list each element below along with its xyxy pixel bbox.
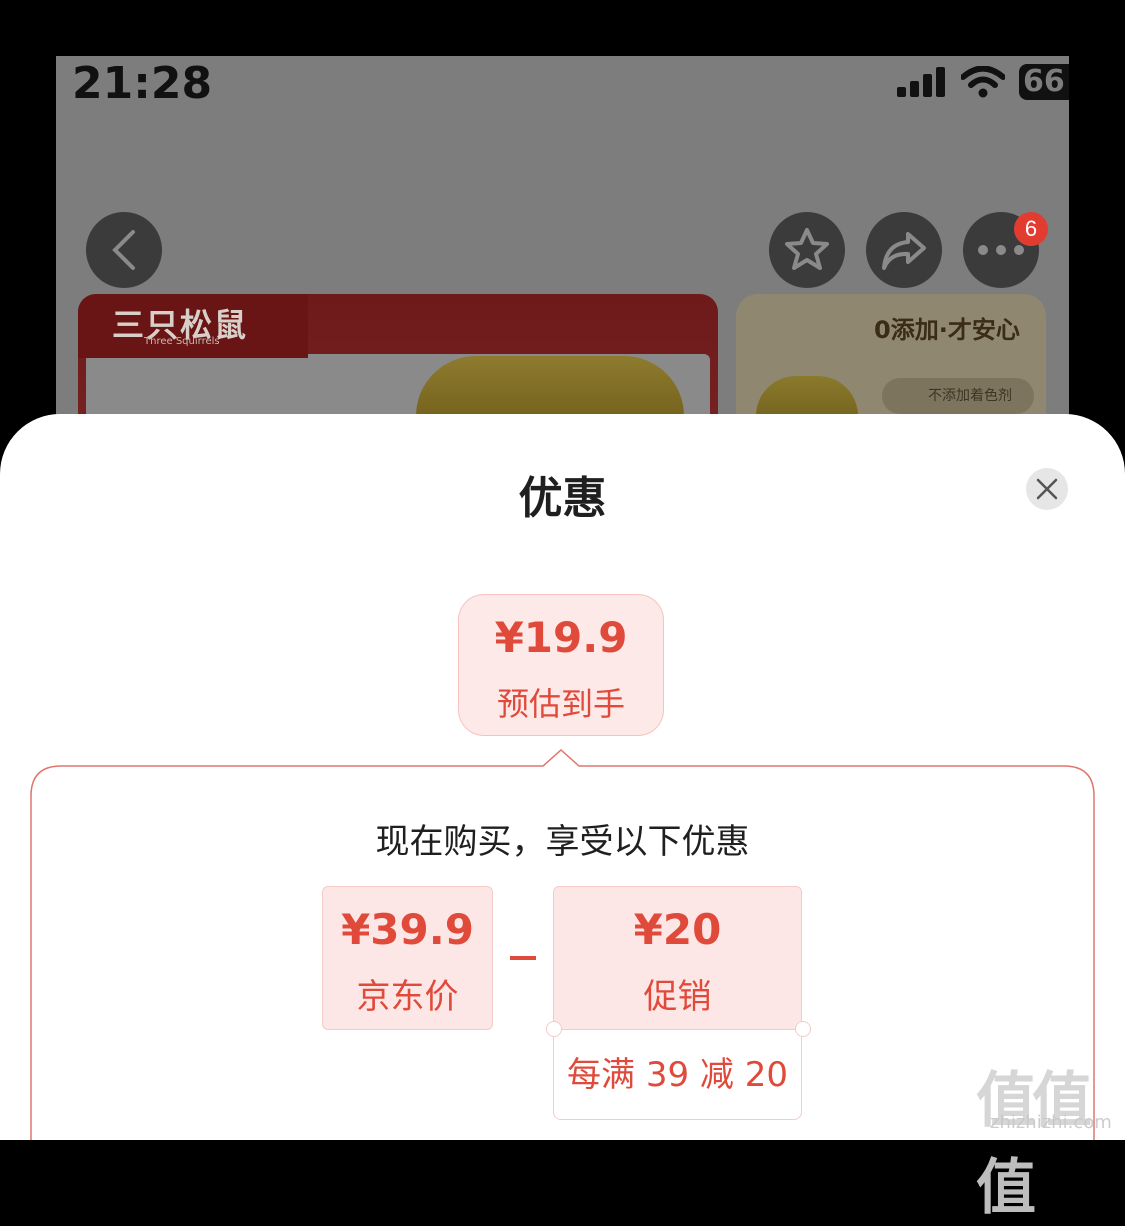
- watermark-logo: 值值值: [976, 1066, 1092, 1223]
- star-icon: [785, 228, 829, 270]
- promotion-label: 促销: [643, 977, 712, 1017]
- banner-slogan: 0添加·才安心: [874, 316, 1020, 344]
- back-button[interactable]: [86, 212, 162, 288]
- promotion-rule: 每满 39 减 20: [553, 1030, 802, 1120]
- banner-feature-pill: 不添加着色剂: [882, 378, 1034, 414]
- signal-icon: [897, 67, 945, 97]
- favorite-button[interactable]: [769, 212, 845, 288]
- minus-sign: [510, 956, 536, 960]
- share-button[interactable]: [866, 212, 942, 288]
- jd-price-amount: ¥39.9: [341, 905, 474, 954]
- promotion-card: ¥20 促销: [553, 886, 802, 1030]
- watermark-url: zhizhizhi.com: [990, 1112, 1112, 1133]
- coupon-notch-right: [795, 1021, 811, 1037]
- discount-sheet: 优惠 ¥19.9 预估到手 现在购买，享受以下优惠 ¥39.9 京东价 ¥20 …: [0, 414, 1125, 1140]
- more-badge: 6: [1014, 212, 1048, 246]
- coupon-notch-left: [546, 1021, 562, 1037]
- jd-price-label: 京东价: [356, 977, 459, 1017]
- jd-price-card: ¥39.9 京东价: [322, 886, 493, 1030]
- promotion-amount: ¥20: [633, 905, 722, 954]
- status-time: 21:28: [72, 58, 213, 109]
- wifi-icon: [961, 66, 1005, 98]
- brand-logo-en: Three Squirrels: [144, 336, 220, 347]
- share-icon: [882, 232, 926, 270]
- battery-indicator: 66: [1019, 64, 1069, 100]
- discount-detail-title: 现在购买，享受以下优惠: [375, 822, 750, 862]
- status-icons: 66: [897, 64, 1069, 100]
- more-icon: [978, 245, 1024, 255]
- chevron-left-icon: [112, 230, 135, 270]
